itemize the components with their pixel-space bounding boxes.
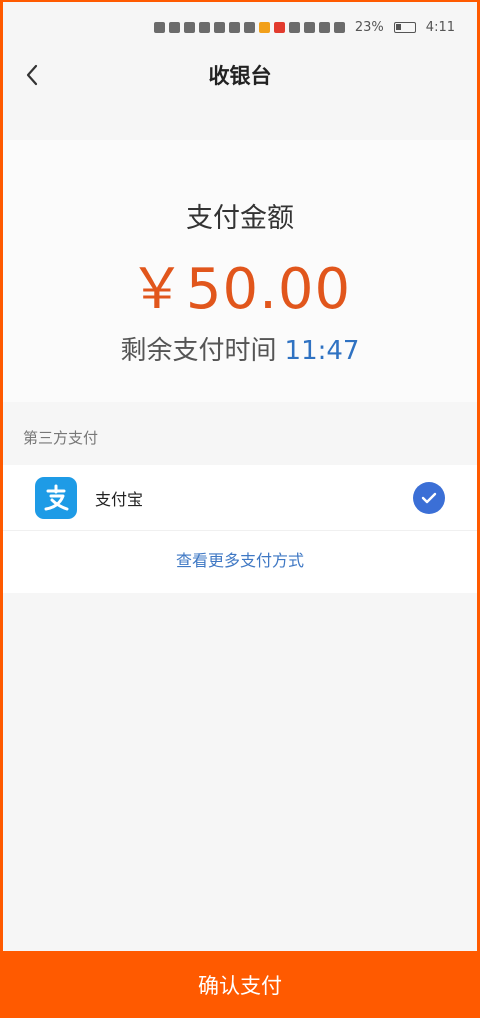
clock: 4:11 (425, 19, 455, 35)
remaining-time-value: 11:47 (284, 336, 360, 366)
selected-check-icon[interactable] (413, 482, 445, 514)
battery-icon (393, 21, 416, 33)
chat-icon (228, 21, 240, 33)
alipay-glyph-icon (44, 484, 69, 510)
confirm-payment-button[interactable]: 确认支付 (0, 951, 480, 1018)
nav-bar: 收银台 (3, 52, 477, 98)
remaining-time-row: 剩余支付时间 11:47 (3, 330, 477, 367)
sim-icon (153, 21, 165, 33)
signal-icon (168, 21, 180, 33)
app-notification-icon-2 (273, 21, 285, 33)
page-title: 收银台 (208, 64, 272, 88)
signal-icon-2 (183, 21, 195, 33)
back-button[interactable] (17, 60, 47, 90)
shield-icon (243, 21, 255, 33)
nfc-icon (288, 21, 300, 33)
screen: 23% 4:11 收银台 支付金额 ￥50.00 剩余支付时间 11:47 第三方… (3, 2, 477, 951)
amount-value: ￥50.00 (128, 257, 352, 322)
bluetooth-icon (333, 21, 345, 33)
app-notification-icon (258, 21, 270, 33)
payment-methods-card: 支付宝 查看更多支付方式 (3, 465, 477, 593)
third-party-section-title: 第三方支付 (23, 429, 99, 447)
alarm-icon (318, 21, 330, 33)
alipay-icon (35, 476, 77, 519)
message-icon (213, 21, 225, 33)
payment-method-alipay[interactable]: 支付宝 (3, 465, 477, 531)
wifi-icon (198, 21, 210, 33)
more-payment-methods-link[interactable]: 查看更多支付方式 (3, 547, 477, 571)
chevron-left-icon (26, 64, 38, 86)
payment-method-name: 支付宝 (95, 489, 144, 509)
vibrate-icon (303, 21, 315, 33)
status-bar: 23% 4:11 (3, 2, 477, 52)
amount-card: 支付金额 ￥50.00 剩余支付时间 11:47 (3, 140, 477, 402)
battery-percent: 23% (354, 19, 384, 35)
amount-label: 支付金额 (186, 203, 294, 234)
status-icons (153, 21, 345, 33)
remaining-time-label: 剩余支付时间 (120, 336, 277, 366)
